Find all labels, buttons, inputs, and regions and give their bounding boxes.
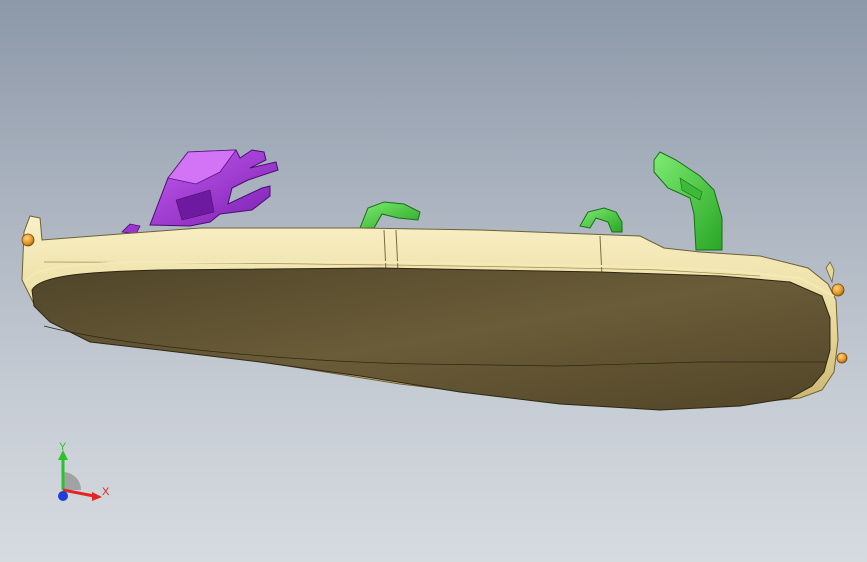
x-axis-label: X [102, 486, 110, 498]
orange-marker-left[interactable] [21, 233, 35, 247]
orange-marker-right-bottom[interactable] [836, 352, 848, 364]
handle-bottom-face[interactable] [31, 267, 831, 411]
y-axis-label: Y [59, 441, 67, 453]
green-clip-left[interactable] [359, 201, 421, 229]
green-clip-middle[interactable] [579, 207, 623, 233]
purple-clip[interactable] [121, 149, 279, 235]
orange-marker-right-top[interactable] [831, 283, 845, 297]
green-clip-right[interactable] [653, 151, 723, 251]
cad-viewport[interactable]: Y X [0, 0, 867, 562]
right-tip [825, 261, 835, 284]
handle-model[interactable] [0, 0, 867, 562]
coordinate-triad: Y X [48, 438, 128, 510]
